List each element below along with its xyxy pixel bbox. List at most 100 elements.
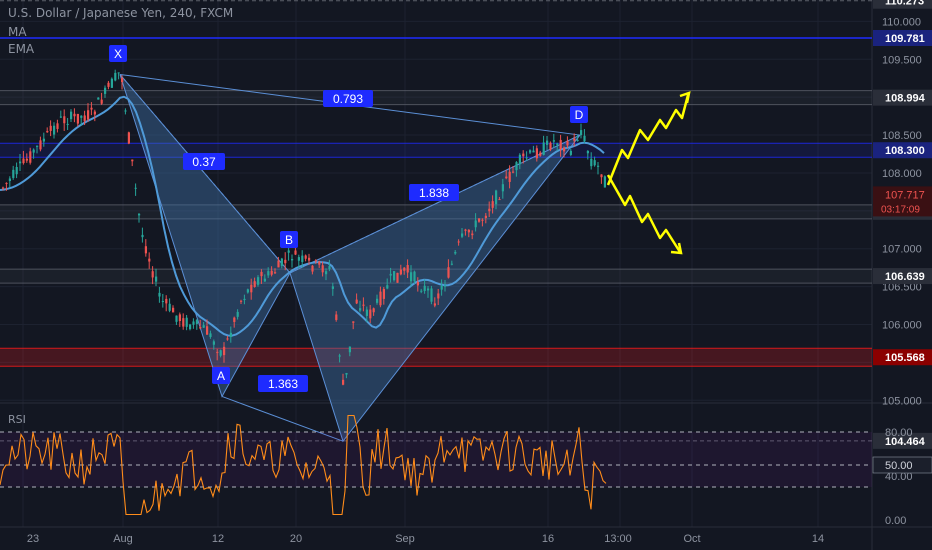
candle-body [512, 171, 515, 173]
candle-body [563, 147, 566, 152]
candle-body [97, 97, 100, 100]
candle-body [406, 265, 409, 273]
candle-body [552, 140, 555, 142]
candle-body [416, 281, 419, 286]
candle-body [556, 143, 559, 145]
candle-body [464, 229, 467, 231]
candle-body [127, 132, 130, 144]
candle-body [566, 140, 569, 146]
candle-body [280, 258, 283, 266]
candle-body [311, 265, 314, 272]
candle-body [495, 190, 498, 205]
candle-body [525, 157, 528, 159]
candle-body [73, 113, 76, 117]
candle-body [209, 333, 212, 337]
candle-body [274, 272, 277, 274]
level-price-tag: 108.300 [885, 145, 925, 157]
candle-body [257, 277, 260, 285]
candle-body [399, 269, 402, 275]
level-price-tag: 108.994 [885, 93, 926, 105]
rsi-band [0, 432, 872, 487]
candle-body [484, 215, 487, 219]
price-tick: 108.500 [882, 130, 922, 142]
indicator-ma-label[interactable]: MA [8, 25, 27, 39]
candle-body [260, 271, 263, 277]
candle-body [379, 291, 382, 306]
candle-body [393, 271, 396, 281]
candle-body [335, 314, 338, 320]
price-tick: 106.000 [882, 319, 922, 331]
candle-body [195, 319, 198, 324]
candle-body [304, 255, 307, 259]
candle-body [515, 162, 518, 171]
price-tick: 105.000 [882, 395, 922, 407]
candle-body [161, 301, 164, 303]
candle-body [600, 174, 603, 178]
candle-body [308, 257, 311, 261]
candle-body [253, 281, 256, 287]
candle-body [467, 229, 470, 233]
candle-body [22, 158, 25, 164]
candle-body [586, 150, 589, 154]
price-tick: 110.000 [882, 16, 921, 28]
candle-body [593, 160, 596, 166]
candle-body [104, 87, 107, 94]
candle-body [83, 115, 86, 122]
candle-body [172, 307, 175, 313]
candle-body [573, 138, 576, 141]
candle-body [518, 154, 521, 165]
candle-body [63, 116, 66, 124]
candle-body [450, 263, 453, 265]
ratio-xd: 0.793 [333, 92, 363, 106]
candle-body [389, 273, 392, 276]
candle-body [39, 140, 42, 150]
time-tick: 20 [290, 533, 302, 545]
candle-body [338, 355, 341, 357]
candle-body [121, 78, 124, 83]
candle-body [440, 285, 443, 290]
candle-body [29, 151, 32, 163]
candle-body [165, 298, 168, 304]
candle-body [76, 113, 79, 124]
candle-body [410, 272, 413, 282]
candle-body [12, 169, 15, 178]
candle-body [501, 184, 504, 192]
candle-body [42, 138, 45, 142]
indicator-ema-label[interactable]: EMA [8, 42, 34, 56]
candle-body [437, 293, 440, 299]
candle-body [138, 213, 141, 216]
candle-body [114, 72, 117, 81]
chart-title: U.S. Dollar / Japanese Yen, 240, FXCM [8, 6, 234, 20]
candle-body [529, 150, 532, 153]
candle-body [219, 350, 222, 356]
candle-body [189, 324, 192, 330]
candle-body [182, 318, 185, 327]
candle-body [229, 332, 232, 338]
point-b-label: B [285, 233, 293, 247]
candle-body [372, 308, 375, 313]
candle-body [49, 125, 52, 131]
candle-body [87, 110, 90, 120]
candle-body [151, 271, 154, 278]
candle-body [175, 315, 178, 322]
candle-body [413, 271, 416, 282]
candle-body [226, 338, 229, 340]
candle-body [117, 72, 120, 74]
time-tick: Oct [683, 533, 700, 545]
candle-body [32, 149, 35, 153]
candle-body [403, 267, 406, 271]
price-tick: 107.000 [882, 244, 922, 256]
candle-body [107, 82, 110, 87]
candle-body [427, 288, 430, 291]
candle-body [447, 267, 450, 278]
rsi-current-tag: 50.00 [885, 460, 913, 472]
candle-body [148, 258, 151, 262]
candle-body [433, 303, 436, 306]
usdjpy-chart[interactable]: X A B D 0.793 0.37 1.838 1.363 110.000 109.500 10… [0, 0, 932, 550]
point-x-label: X [114, 47, 122, 61]
candle-body [444, 285, 447, 287]
candle-body [359, 308, 362, 311]
candle-body [216, 351, 219, 353]
candle-body [369, 309, 372, 319]
candle-body [8, 178, 11, 181]
